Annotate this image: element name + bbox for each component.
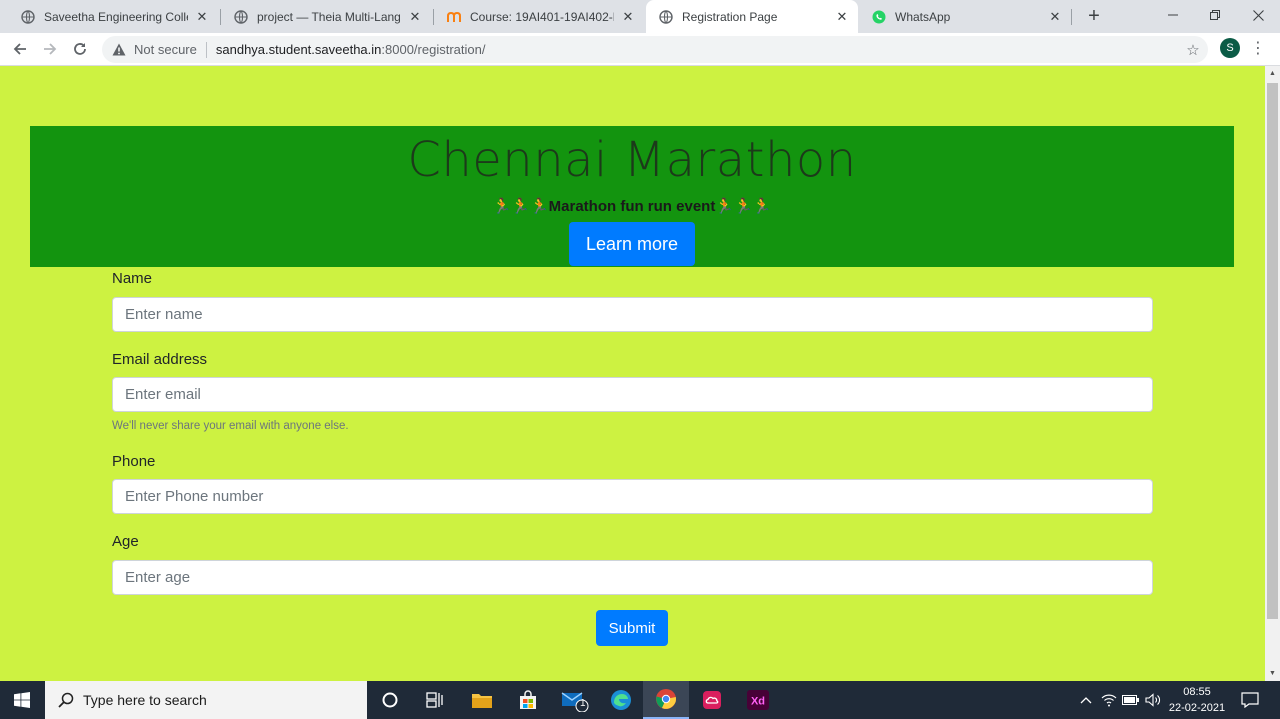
close-icon[interactable]: ✕	[620, 9, 636, 25]
restore-icon[interactable]	[1193, 0, 1237, 30]
volume-icon[interactable]	[1143, 681, 1163, 719]
close-icon[interactable]: ✕	[407, 9, 423, 25]
globe-icon	[233, 9, 249, 25]
phone-input[interactable]	[112, 479, 1153, 514]
tab-title: Registration Page	[682, 9, 778, 24]
email-help-text: We'll never share your email with anyone…	[112, 420, 349, 432]
tab-title: Saveetha Engineering College	[44, 9, 188, 24]
tab-title: WhatsApp	[895, 9, 951, 24]
page-title: Chennai Marathon	[407, 132, 857, 188]
age-label: Age	[112, 533, 139, 550]
window-close-icon[interactable]	[1236, 0, 1280, 30]
show-hidden-icons[interactable]	[1076, 681, 1096, 719]
url-path: :8000/registration/	[381, 42, 486, 57]
name-label: Name	[112, 270, 153, 287]
tab-title: project — Theia Multi-Language	[257, 9, 401, 24]
reload-button[interactable]	[68, 37, 92, 61]
battery-icon[interactable]	[1121, 681, 1141, 719]
page-scrollbar[interactable]: ▲ ▼	[1265, 66, 1280, 681]
adobe-xd-icon[interactable]: Xd	[735, 681, 781, 719]
new-tab-button[interactable]: +	[1082, 4, 1106, 28]
email-input[interactable]	[112, 377, 1153, 412]
browser-toolbar: Not secure sandhya.student.saveetha.in:8…	[0, 33, 1280, 66]
age-input[interactable]	[112, 560, 1153, 595]
cortana-icon[interactable]	[367, 681, 413, 719]
hero-banner: Chennai Marathon 🏃🏃🏃Marathon fun run eve…	[30, 126, 1234, 267]
name-input[interactable]	[112, 297, 1153, 332]
close-icon[interactable]: ✕	[834, 9, 850, 25]
mail-badge-count: 1	[580, 698, 586, 709]
forward-button[interactable]	[38, 37, 62, 61]
scroll-down-icon[interactable]: ▼	[1265, 666, 1280, 681]
url-host: sandhya.student.saveetha.in	[215, 42, 382, 57]
task-view-icon[interactable]	[412, 681, 458, 719]
tab-theia[interactable]: project — Theia Multi-Language ✕	[221, 0, 431, 33]
mail-icon[interactable]: 1	[552, 681, 598, 719]
globe-icon	[658, 9, 674, 25]
close-icon[interactable]: ✕	[194, 9, 210, 25]
profile-avatar[interactable]: S	[1220, 38, 1240, 58]
tab-saveetha[interactable]: Saveetha Engineering College ✕	[8, 0, 218, 33]
back-button[interactable]	[8, 37, 32, 61]
tab-whatsapp[interactable]: WhatsApp ✕	[859, 0, 1071, 33]
tab-course[interactable]: Course: 19AI401-19AI402-Fund ✕	[434, 0, 644, 33]
tab-strip: Saveetha Engineering College ✕ project —…	[0, 0, 1280, 33]
file-explorer-icon[interactable]	[459, 681, 505, 719]
microsoft-store-icon[interactable]	[505, 681, 551, 719]
submit-button[interactable]: Submit	[596, 610, 668, 646]
hero-lead-text: 🏃🏃🏃Marathon fun run event🏃🏃🏃	[492, 198, 772, 215]
notification-center-icon[interactable]	[1236, 681, 1264, 719]
bookmark-star-icon[interactable]: ☆	[1184, 41, 1202, 59]
moodle-icon	[446, 9, 462, 25]
svg-text:Xd: Xd	[751, 696, 765, 708]
clock-time: 08:55	[1183, 686, 1211, 698]
scrollbar-thumb[interactable]	[1267, 83, 1278, 619]
minimize-icon[interactable]	[1151, 0, 1195, 30]
phone-label: Phone	[112, 453, 156, 470]
whatsapp-icon	[871, 9, 887, 25]
tab-registration-page[interactable]: Registration Page ✕	[646, 0, 858, 33]
windows-start-icon[interactable]	[0, 681, 44, 719]
close-icon[interactable]: ✕	[1047, 9, 1063, 25]
omnibox-separator	[205, 41, 207, 58]
learn-more-button[interactable]: Learn more	[569, 222, 695, 266]
taskbar-search-box[interactable]: Type here to search	[45, 681, 367, 719]
security-label[interactable]: Not secure	[134, 42, 197, 57]
page-viewport: Chennai Marathon 🏃🏃🏃Marathon fun run eve…	[0, 66, 1265, 681]
email-label: Email address	[112, 351, 208, 368]
scroll-up-icon[interactable]: ▲	[1265, 66, 1280, 81]
menu-kebab-icon[interactable]: ⋮	[1250, 37, 1266, 59]
creative-cloud-icon[interactable]	[689, 681, 735, 719]
taskbar-search-placeholder: Type here to search	[83, 692, 207, 708]
tab-title: Course: 19AI401-19AI402-Fund	[470, 9, 614, 24]
address-bar[interactable]: Not secure sandhya.student.saveetha.in:8…	[102, 36, 1208, 63]
warning-icon[interactable]	[112, 43, 126, 57]
globe-icon	[20, 9, 36, 25]
taskbar-clock[interactable]: 08:55 22-02-2021	[1168, 684, 1226, 716]
tab-separator	[1071, 9, 1072, 25]
search-icon	[57, 691, 75, 709]
wifi-icon[interactable]	[1099, 681, 1119, 719]
clock-date: 22-02-2021	[1168, 702, 1226, 714]
edge-icon[interactable]	[598, 681, 644, 719]
chrome-icon[interactable]	[643, 681, 689, 719]
windows-taskbar: Type here to search 1 Xd 08:55 22-02-202…	[0, 681, 1280, 719]
